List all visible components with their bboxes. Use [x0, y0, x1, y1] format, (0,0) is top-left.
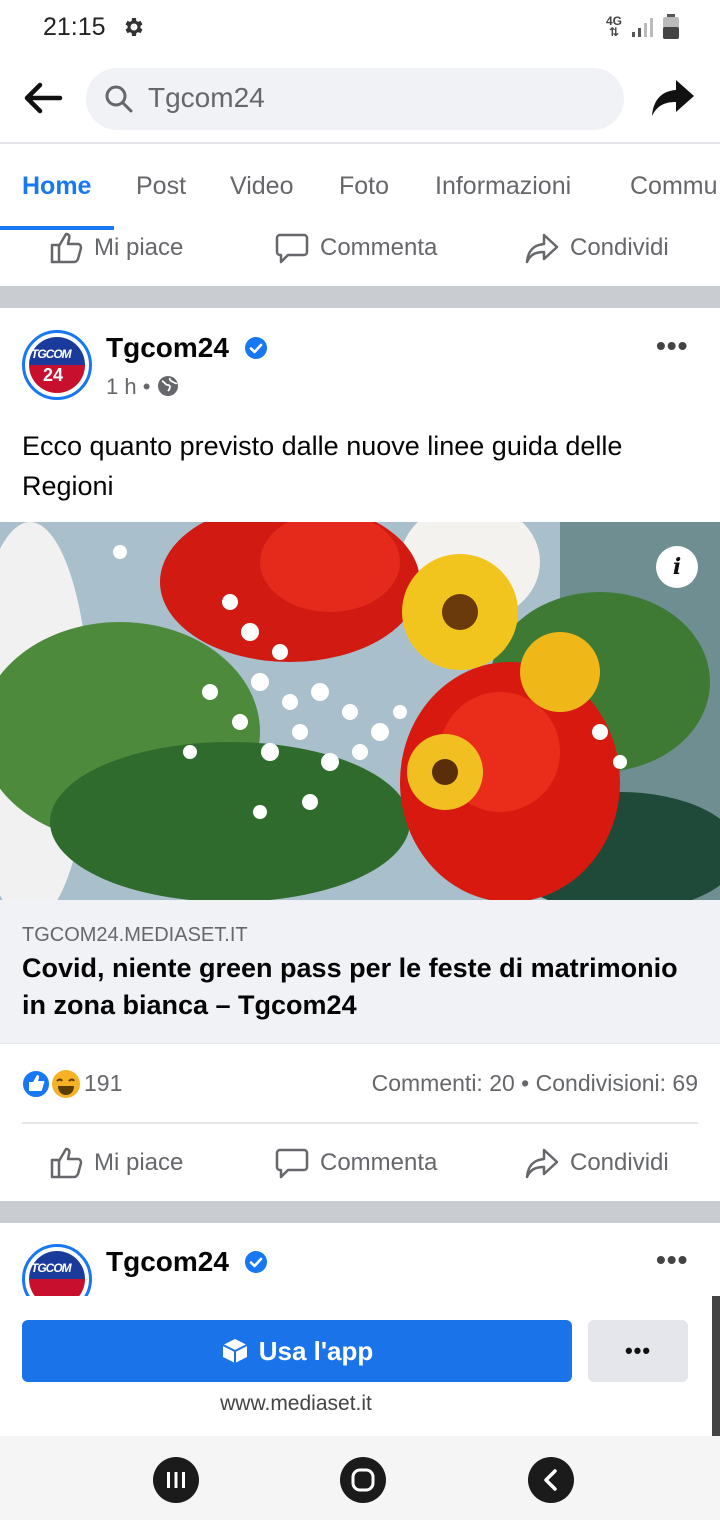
search-input[interactable]: Tgcom24 — [148, 82, 265, 114]
like-button[interactable]: Mi piace — [48, 1133, 183, 1193]
post-meta: 1 h • — [106, 374, 179, 400]
network-label: 4G — [605, 14, 622, 28]
tab-foto[interactable]: Foto — [339, 172, 389, 201]
like-label: Mi piace — [94, 1149, 184, 1176]
use-app-label: Usa l'app — [258, 1335, 374, 1366]
status-bar: 21:15 4G ⇅ — [0, 0, 720, 56]
back-chevron-icon — [544, 1469, 557, 1491]
signal-icon — [632, 18, 653, 37]
tab-community[interactable]: Commu — [630, 172, 718, 201]
post-stats: 191 Commenti: 20 • Condivisioni: 69 — [0, 1060, 720, 1108]
settings-gear-icon — [125, 18, 143, 36]
tab-home[interactable]: Home — [22, 172, 91, 201]
like-label: Mi piace — [94, 234, 184, 261]
share-button[interactable]: Condividi — [524, 1133, 669, 1193]
link-domain: TGCOM24.MEDIASET.IT — [22, 924, 248, 946]
post-image[interactable]: i — [0, 522, 720, 900]
globe-icon — [157, 376, 178, 396]
share-label: Condividi — [570, 234, 669, 261]
recent-apps-icon — [167, 1472, 185, 1488]
search-icon — [105, 85, 133, 113]
flower-bouquet-image — [0, 522, 720, 900]
scrollbar[interactable] — [712, 1296, 720, 1436]
avatar-text-top: TGCOM — [31, 347, 72, 361]
comment-button[interactable]: Commenta — [274, 218, 437, 278]
status-icons: 4G ⇅ — [606, 14, 680, 40]
use-app-button[interactable]: Usa l'app — [22, 1320, 572, 1382]
package-icon — [222, 1339, 248, 1363]
page-name[interactable]: Tgcom24 — [106, 332, 229, 364]
stats-divider — [22, 1122, 698, 1124]
image-info-button[interactable]: i — [656, 546, 698, 588]
thumbs-up-icon — [50, 1147, 83, 1179]
search-header: Tgcom24 — [0, 56, 720, 144]
share-icon[interactable] — [650, 76, 696, 120]
back-button[interactable] — [528, 1457, 574, 1503]
back-arrow-icon[interactable] — [20, 76, 64, 120]
share-label: Condividi — [570, 1149, 669, 1176]
thumbs-up-icon — [50, 232, 83, 264]
tab-post[interactable]: Post — [136, 172, 186, 201]
tab-informazioni[interactable]: Informazioni — [435, 172, 571, 201]
more-options-button[interactable]: ••• — [588, 1320, 688, 1382]
verified-badge-icon — [245, 1251, 267, 1273]
battery-icon — [663, 14, 679, 39]
status-time: 21:15 — [43, 13, 106, 41]
open-app-banner: Usa l'app ••• www.mediaset.it — [0, 1296, 720, 1436]
recent-apps-button[interactable] — [153, 1457, 199, 1503]
post-text: Ecco quanto previsto dalle nuove linee g… — [22, 431, 623, 501]
comment-icon — [275, 233, 309, 264]
site-url: www.mediaset.it — [220, 1392, 372, 1415]
post-time: 1 h — [106, 374, 137, 399]
verified-badge-icon — [245, 337, 267, 359]
comment-button[interactable]: Commenta — [274, 1133, 437, 1193]
meta-separator: • — [142, 374, 151, 399]
share-button[interactable]: Condividi — [524, 218, 669, 278]
page-avatar[interactable]: TGCOM 24 — [22, 330, 92, 400]
post-options-icon[interactable]: ••• — [656, 330, 688, 362]
comments-shares-count[interactable]: Commenti: 20 • Condivisioni: 69 — [372, 1070, 698, 1097]
reaction-icons[interactable] — [20, 1068, 80, 1100]
post-options-icon[interactable]: ••• — [656, 1244, 688, 1276]
like-button[interactable]: Mi piace — [48, 218, 183, 278]
home-icon — [351, 1468, 375, 1492]
search-field[interactable]: Tgcom24 — [86, 68, 624, 130]
comment-label: Commenta — [320, 1149, 438, 1176]
share-arrow-icon — [525, 1148, 559, 1179]
post-actions: Mi piace Commenta Condividi — [0, 1133, 720, 1193]
comment-label: Commenta — [320, 234, 438, 261]
post-separator — [0, 1201, 720, 1223]
link-preview[interactable]: TGCOM24.MEDIASET.IT Covid, niente green … — [0, 900, 720, 1044]
link-title: Covid, niente green pass per le feste di… — [22, 953, 678, 1020]
comment-icon — [275, 1148, 309, 1179]
system-nav-bar — [0, 1436, 720, 1520]
reactions-count[interactable]: 191 — [84, 1070, 122, 1097]
network-type-icon: 4G ⇅ — [605, 14, 622, 39]
home-button[interactable] — [340, 1457, 386, 1503]
previous-post-actions: Mi piace Commenta Condividi — [0, 218, 720, 278]
avatar-text-bottom: 24 — [43, 365, 64, 385]
tab-video[interactable]: Video — [230, 172, 294, 201]
share-arrow-icon — [525, 233, 559, 264]
post-separator — [0, 286, 720, 308]
page-name[interactable]: Tgcom24 — [106, 1246, 229, 1278]
avatar-text-top: TGCOM — [31, 1261, 72, 1275]
